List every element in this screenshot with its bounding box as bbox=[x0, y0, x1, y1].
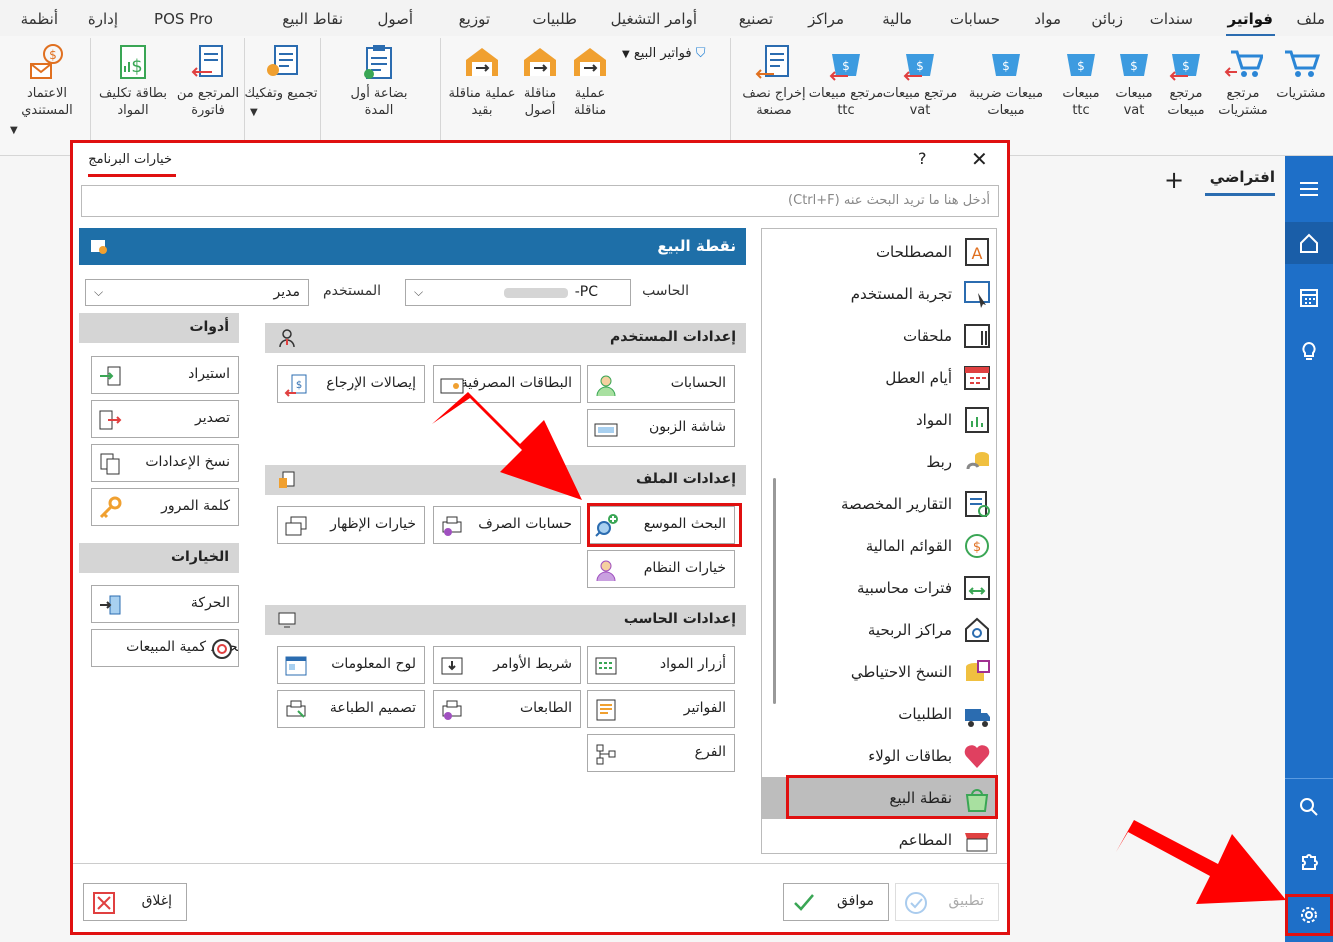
annotation-arrows bbox=[432, 392, 1286, 904]
arrow-to-settings bbox=[1116, 820, 1286, 904]
arrow-to-extended-search bbox=[432, 392, 582, 500]
